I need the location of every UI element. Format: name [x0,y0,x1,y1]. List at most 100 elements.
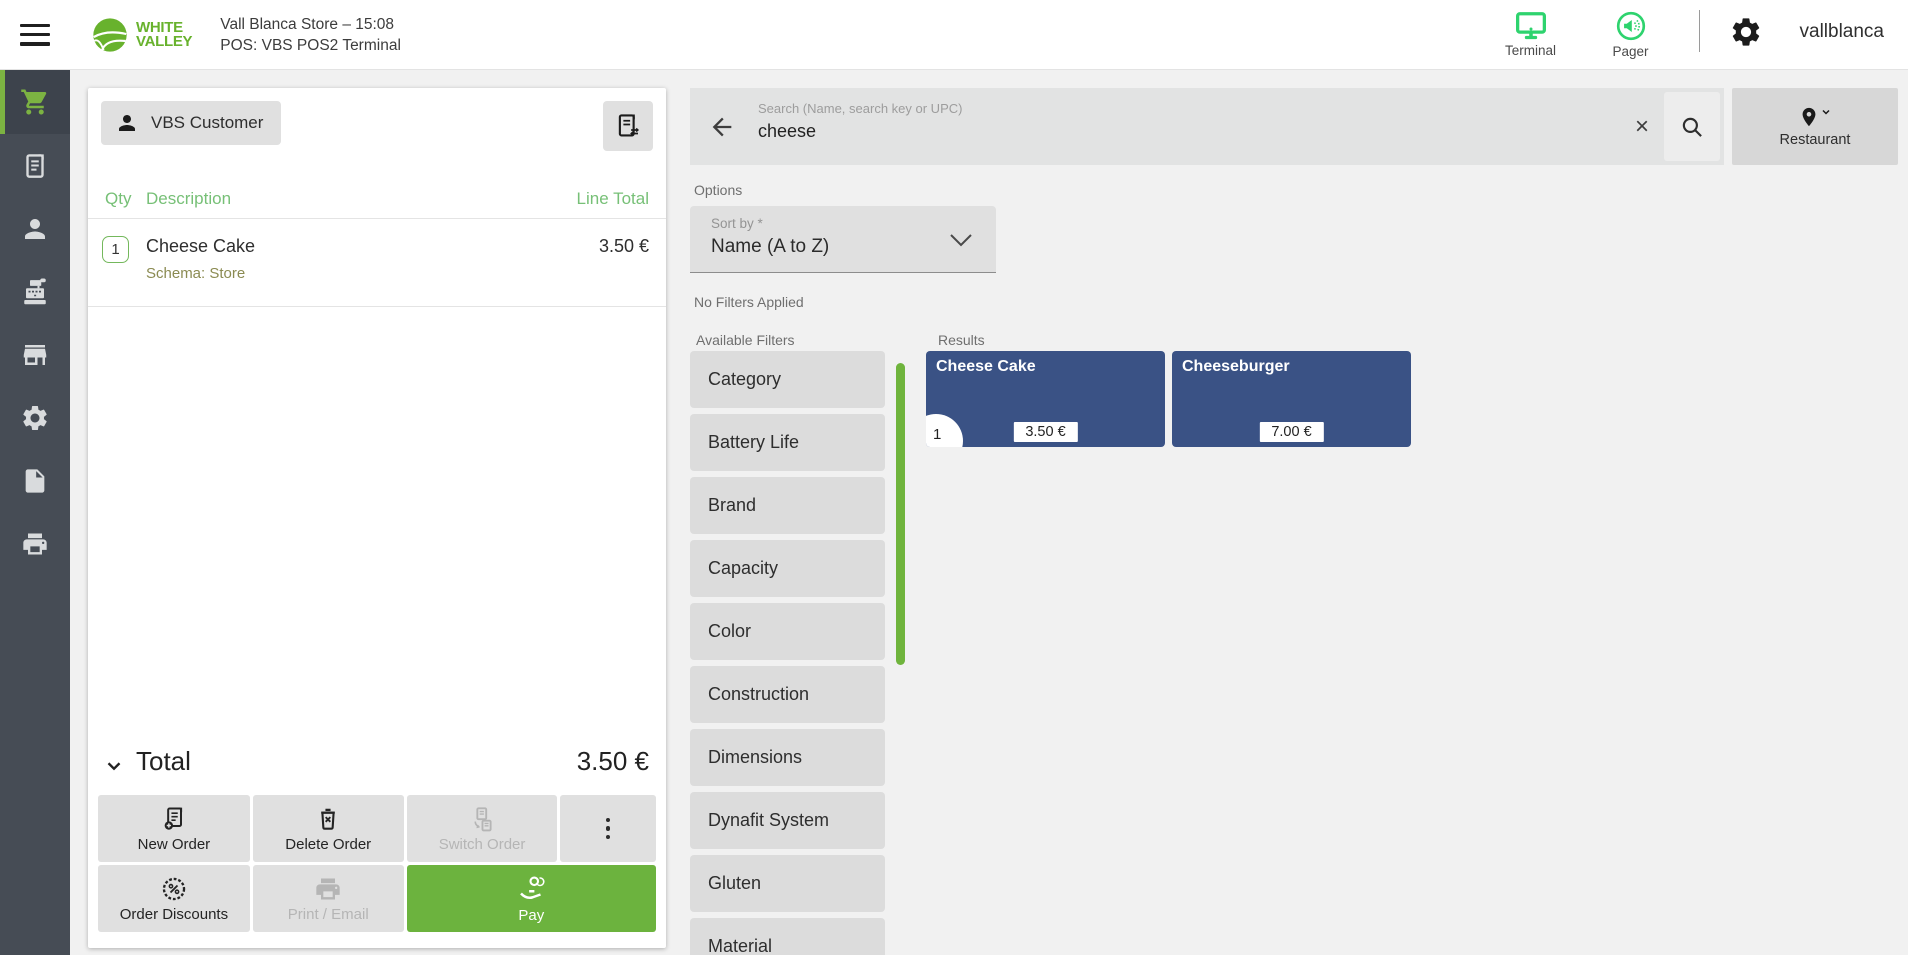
switch-order-button[interactable]: Switch Order [406,795,558,862]
filter-scrollbar[interactable] [896,363,905,665]
pos-terminal-name: POS: VBS POS2 Terminal [220,36,401,54]
store-info: Vall Blanca Store – 15:08 POS: VBS POS2 … [220,14,401,56]
cash-register-icon [20,277,50,307]
delete-order-button[interactable]: Delete Order [252,795,404,862]
search-row: Search (Name, search key or UPC) cheese … [690,88,1898,165]
location-restaurant-button[interactable]: Restaurant [1732,88,1898,165]
catalog-content: Search (Name, search key or UPC) cheese … [690,88,1898,955]
product-qty-circle [926,414,963,447]
topbar-right: Terminal Pager vallblanca [1481,9,1908,60]
filter-item[interactable]: Brand [690,477,885,534]
magnifier-icon [1679,114,1705,140]
left-sidebar [0,70,70,955]
pay-button[interactable]: Pay [406,865,656,932]
terminal-monitor-icon [1514,11,1548,41]
filter-item[interactable]: Color [690,603,885,660]
top-bar: WHITE VALLEY Vall Blanca Store – 15:08 P… [0,0,1908,70]
no-filters-applied-label: No Filters Applied [694,294,804,310]
column-qty: Qty [105,189,132,208]
order-list-icon [613,111,643,141]
order-line-item[interactable]: 1 Cheese Cake 3.50 € Schema: Store [88,219,666,307]
switch-order-icon [468,805,496,833]
product-card[interactable]: Cheeseburger 7.00 € [1172,351,1411,447]
product-card[interactable]: Cheese Cake 3.50 € 1 [926,351,1165,447]
total-value: 3.50 € [576,746,649,776]
more-actions-kebab-button[interactable] [560,795,656,862]
sidebar-item-documents[interactable] [0,449,70,512]
filter-item-label: Gluten [708,873,762,893]
clear-search-icon[interactable]: × [1620,88,1664,165]
topbar-divider [1698,9,1700,52]
product-price-badge: 3.50 € [1013,422,1078,442]
sidebar-item-print-station[interactable] [0,512,70,575]
print-email-button[interactable]: Print / Email [252,865,404,932]
available-filters-label: Available Filters [696,332,795,348]
logged-in-username[interactable]: vallblanca [1800,21,1885,43]
order-total-row: Total 3.50 € [88,743,666,789]
logo-globe-icon [90,15,130,55]
new-order-label: New Order [137,835,211,853]
sidebar-item-store[interactable] [0,323,70,386]
search-placeholder: Search (Name, search key or UPC) [758,101,963,116]
search-submit-button[interactable] [1664,92,1720,161]
white-valley-logo: WHITE VALLEY [90,15,193,55]
filter-item-label: Brand [708,495,757,515]
filter-item[interactable]: Material [690,918,885,955]
column-line-total: Line Total [576,189,649,208]
order-panel: VBS Customer Qty Description Line Total [88,88,666,948]
total-collapse-chevron-icon[interactable] [103,755,125,777]
order-lines: 1 Cheese Cake 3.50 € Schema: Store [88,219,666,307]
sidebar-item-sale-cart[interactable] [0,70,70,134]
order-list-button[interactable] [603,101,653,151]
switch-order-label: Switch Order [438,835,526,853]
pay-label: Pay [518,906,545,924]
person-icon [20,214,50,244]
filter-item-label: Dynafit System [708,810,830,830]
filter-item[interactable]: Battery Life [690,414,885,471]
filter-item[interactable]: Dynafit System [690,792,885,849]
sort-by-select[interactable]: Sort by * Name (A to Z) [690,206,996,273]
product-price-badge: 7.00 € [1259,422,1324,442]
cart-icon [20,87,50,117]
line-schema-label: Schema: Store [146,265,246,282]
filter-item-label: Construction [708,684,810,704]
customer-name: VBS Customer [151,113,264,132]
search-input[interactable]: Search (Name, search key or UPC) cheese [754,88,1620,165]
terminal-status-button[interactable]: Terminal [1481,11,1581,58]
filter-item[interactable]: Capacity [690,540,885,597]
sort-chevron-down-icon [946,228,976,252]
logo-text: WHITE VALLEY [136,18,193,50]
filter-list: Category Battery Life Brand Capacity Col… [690,351,885,955]
pager-label: Pager [1612,44,1649,59]
results-label: Results [938,332,985,348]
product-name: Cheese Cake [936,358,1036,375]
print-email-printer-icon [314,875,342,903]
sidebar-item-customers[interactable] [0,197,70,260]
sidebar-item-register[interactable] [0,260,70,323]
filter-item-label: Material [708,936,773,955]
sidebar-item-settings[interactable] [0,386,70,449]
store-title: Vall Blanca Store – 15:08 [220,15,395,33]
customer-row: VBS Customer [101,101,653,151]
filter-item[interactable]: Dimensions [690,729,885,786]
pager-status-button[interactable]: Pager [1581,10,1681,59]
filter-item[interactable]: Construction [690,666,885,723]
sort-by-label: Sort by * [711,216,763,231]
pager-speaker-icon [1615,10,1647,42]
filter-item[interactable]: Category [690,351,885,408]
pos-app: WHITE VALLEY Vall Blanca Store – 15:08 P… [0,0,1908,955]
results-grid: Cheese Cake 3.50 € 1 Cheeseburger 7.00 € [926,351,1411,447]
options-label: Options [694,182,743,198]
search-value: cheese [758,121,817,141]
back-arrow-icon[interactable] [690,88,754,165]
filter-item-label: Category [708,369,782,389]
line-total-value: 3.50 € [598,236,649,256]
hamburger-menu-icon[interactable] [20,23,50,46]
customer-button[interactable]: VBS Customer [101,101,282,145]
settings-gear-icon[interactable] [1726,12,1766,52]
sidebar-item-orders[interactable] [0,134,70,197]
filter-item[interactable]: Gluten [690,855,885,912]
order-discounts-button[interactable]: Order Discounts [98,865,250,932]
total-label: Total [136,746,191,776]
new-order-button[interactable]: New Order [98,795,250,862]
